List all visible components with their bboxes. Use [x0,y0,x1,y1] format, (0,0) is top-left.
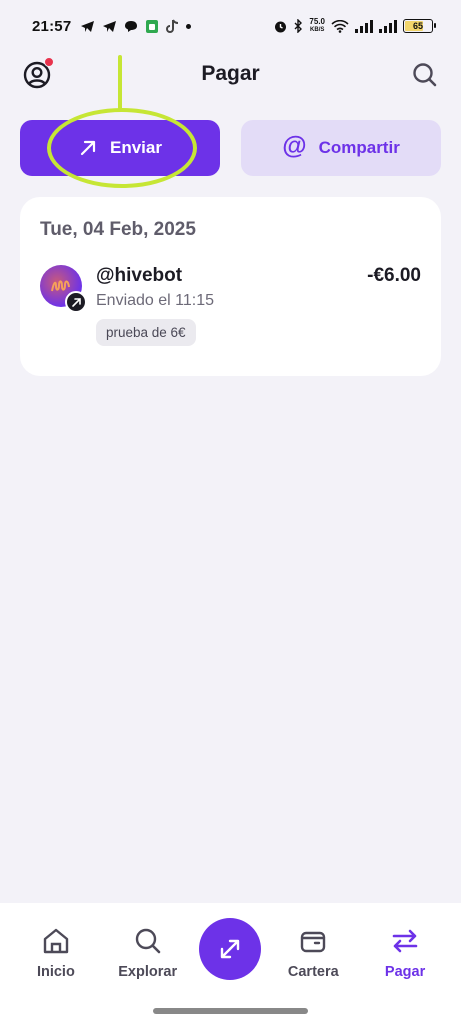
nav-label-inicio: Inicio [36,963,75,980]
transaction-row[interactable]: @hivebot Enviado el 11:15 prueba de 6€ -… [40,265,421,346]
telegram-icon [103,20,117,32]
more-notifications-dot [186,23,192,29]
share-button[interactable]: @ Compartir [241,120,441,176]
transaction-subtitle: Enviado el 11:15 [96,292,215,309]
exchange-arrows-icon [392,929,418,952]
system-icons: 75.0 KB/S 65 [273,18,436,34]
sent-badge [65,291,87,313]
notification-icons [80,18,192,34]
bottom-navigation: Inicio Explorar Cartera Pagar [0,903,461,1024]
transaction-note: prueba de 6€ [96,319,196,346]
transaction-info: @hivebot Enviado el 11:15 prueba de 6€ [96,265,367,346]
battery-indicator: 65 [403,19,436,33]
share-button-label: Compartir [318,138,400,157]
battery-level: 65 [412,21,423,31]
network-speed-value: 75.0 [309,17,325,26]
network-speed: 75.0 KB/S [309,18,325,34]
alarm-icon [275,21,287,32]
nav-label-pagar: Pagar [384,963,426,980]
nav-label-cartera: Cartera [287,963,339,980]
status-bar: 21:57 75.0 KB/S 65 [0,0,461,52]
transfer-icon [221,939,240,959]
transaction-amount: -€6.00 [367,265,421,286]
arrow-up-right-icon [71,297,81,307]
search-button[interactable] [411,61,439,89]
nav-item-explorar[interactable]: Explorar [108,925,188,980]
annotation-pointer-line [118,55,122,110]
avatar [40,265,87,313]
notification-dot [44,57,54,67]
profile-button[interactable] [22,57,54,90]
app-header: Pagar [0,52,461,96]
nav-item-cartera[interactable]: Cartera [273,925,353,980]
status-time: 21:57 [32,17,72,35]
transfer-button[interactable] [199,918,262,980]
wallet-icon [301,931,326,952]
bluetooth-icon [294,19,303,33]
at-sign-icon: @ [282,132,307,160]
signal-icon [355,19,373,33]
send-button[interactable]: Enviar [20,120,220,176]
app-notification-icon [146,19,159,33]
action-buttons: Enviar @ Compartir [20,120,441,176]
nav-label-explorar: Explorar [118,963,178,980]
nav-item-pagar[interactable]: Pagar [365,925,445,980]
signal-icon [379,19,397,33]
search-icon [413,63,437,87]
transaction-card: Tue, 04 Feb, 2025 @hivebot Enviado el 11… [20,197,441,376]
home-icon [43,928,69,953]
telegram-icon [81,20,95,32]
nav-item-inicio[interactable]: Inicio [16,925,96,980]
tiktok-icon [166,18,179,33]
transaction-date: Tue, 04 Feb, 2025 [40,219,196,240]
network-speed-unit: KB/S [310,27,325,33]
home-indicator[interactable] [153,1008,308,1014]
search-icon [135,928,160,953]
transaction-user: @hivebot [96,265,183,286]
chat-bubble-icon [125,20,138,32]
send-button-label: Enviar [110,138,162,157]
arrow-up-right-icon [80,140,96,156]
wifi-icon [331,19,349,33]
page-title: Pagar [201,62,260,85]
